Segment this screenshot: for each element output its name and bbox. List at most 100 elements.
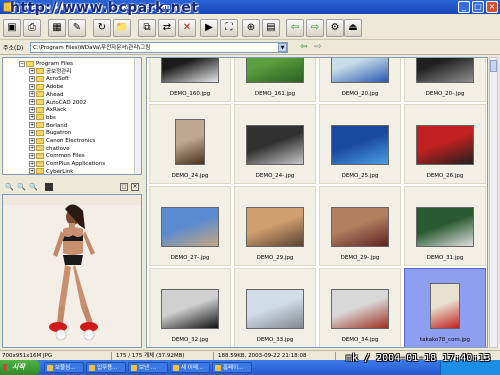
expand-icon[interactable]: + bbox=[29, 68, 35, 75]
tree-item-label: Ahead bbox=[46, 91, 64, 98]
chevron-down-icon[interactable]: ▼ bbox=[278, 43, 287, 52]
thumbnail-image bbox=[416, 58, 474, 83]
tree-scrollbar[interactable] bbox=[134, 58, 141, 174]
expand-icon[interactable]: + bbox=[29, 137, 35, 144]
print-button[interactable]: ⎙ bbox=[23, 19, 41, 37]
color-icon[interactable] bbox=[45, 183, 53, 191]
open-folder-button[interactable]: 📁 bbox=[113, 19, 131, 37]
zoom-in-icon[interactable]: 🔍 bbox=[5, 183, 14, 191]
zoom-out-icon[interactable]: 🔍 bbox=[17, 183, 26, 191]
taskbar-item[interactable]: 업무용... bbox=[86, 362, 126, 373]
fit-icon[interactable]: 🔍 bbox=[29, 183, 38, 191]
delete-button[interactable]: ✕ bbox=[178, 19, 196, 37]
maximize-button[interactable]: □ bbox=[472, 1, 484, 13]
thumbnail-image bbox=[246, 289, 304, 329]
thumbnail-item[interactable]: DEMO_27-.jpg bbox=[149, 186, 231, 266]
start-button[interactable]: 시작 bbox=[0, 360, 40, 375]
zoom-icon: ⊕ bbox=[246, 22, 256, 33]
thumbnail-item[interactable]: takako78_com.jpg bbox=[404, 268, 486, 347]
expand-icon[interactable]: + bbox=[29, 122, 35, 129]
expand-icon[interactable]: + bbox=[29, 75, 35, 82]
thumbnail-item[interactable]: DEMO_160.jpg bbox=[149, 58, 231, 102]
back-button[interactable]: ⇦ bbox=[286, 19, 304, 37]
move-icon: ⇄ bbox=[162, 22, 172, 33]
expand-icon[interactable]: + bbox=[29, 114, 35, 121]
thumbnail-caption: DEMO_161.jpg bbox=[254, 91, 296, 97]
expand-icon[interactable]: + bbox=[29, 160, 35, 167]
forward-icon: ⇨ bbox=[310, 22, 320, 33]
thumbnail-item[interactable]: DEMO_29-.jpg bbox=[319, 186, 401, 266]
thumbnail-item[interactable]: DEMO_20.jpg bbox=[319, 58, 401, 102]
folder-icon bbox=[36, 99, 44, 105]
folder-icon bbox=[36, 152, 44, 159]
thumbnail-item[interactable]: DEMO_25.jpg bbox=[319, 104, 401, 184]
thumbnail-item[interactable]: DEMO_20-.jpg bbox=[404, 58, 486, 102]
expand-icon[interactable]: + bbox=[29, 83, 35, 90]
delete-icon: ✕ bbox=[182, 22, 192, 33]
rotate-button[interactable]: ↻ bbox=[93, 19, 111, 37]
thumbnail-item[interactable]: DEMO_31.jpg bbox=[404, 186, 486, 266]
folder-tree[interactable]: − Program Files + 공보정관리 + AcroSoft + Adobe + Ahea… bbox=[2, 57, 142, 175]
tree-item-label: 공보정관리 bbox=[46, 68, 72, 75]
thumbnails-button[interactable]: ▦ bbox=[48, 19, 66, 37]
view-button[interactable]: ▤ bbox=[262, 19, 280, 37]
address-input[interactable]: C:\Program Files\WDaVa\무전자문서\관리\그림 bbox=[30, 42, 288, 53]
settings-button[interactable]: ⚙ bbox=[326, 19, 344, 37]
taskbar-item[interactable]: 홈페이... bbox=[212, 362, 252, 373]
vertical-scrollbar[interactable] bbox=[489, 57, 498, 348]
forward-button[interactable]: ⇨ bbox=[306, 19, 324, 37]
collapse-icon[interactable]: − bbox=[19, 60, 25, 67]
preview-toolbar: 🔍 🔍 🔍 □ × bbox=[2, 182, 142, 193]
fullscreen-button[interactable]: ⛶ bbox=[220, 19, 238, 37]
tree-item[interactable]: + CyberLink bbox=[29, 168, 74, 174]
settings-icon: ⚙ bbox=[330, 22, 340, 33]
thumbnail-grid[interactable]: DEMO_160.jpg DEMO_161.jpg DEMO_20.jpg DEMO_… bbox=[146, 57, 488, 348]
expand-icon[interactable]: + bbox=[29, 145, 35, 152]
status-dimensions: 700x951x16M JPG bbox=[0, 352, 112, 360]
thumbnail-image bbox=[416, 125, 474, 165]
folder-icon bbox=[36, 83, 44, 90]
tree-item-label: Adobe bbox=[46, 84, 64, 91]
tree-item-label: chatlove bbox=[46, 145, 70, 152]
thumbnail-image bbox=[175, 119, 205, 165]
restore-icon[interactable]: □ bbox=[120, 183, 128, 191]
thumbnail-item[interactable]: DEMO_33.jpg bbox=[234, 268, 316, 347]
close-icon[interactable]: × bbox=[131, 183, 139, 191]
thumbnail-image bbox=[246, 125, 304, 165]
go-icon[interactable]: ⇦ bbox=[300, 42, 308, 53]
thumbnail-item[interactable]: DEMO_32.jpg bbox=[149, 268, 231, 347]
exit-button[interactable]: ⏏ bbox=[344, 19, 362, 37]
zoom-button[interactable]: ⊕ bbox=[242, 19, 260, 37]
minimize-button[interactable]: _ bbox=[458, 1, 470, 13]
save-button[interactable]: ▣ bbox=[3, 19, 21, 37]
address-bar: 주소(D) C:\Program Files\WDaVa\무전자문서\관리\그림… bbox=[0, 40, 500, 55]
taskbar-item[interactable]: 보물섬... bbox=[44, 362, 84, 373]
expand-icon[interactable]: + bbox=[29, 168, 35, 174]
tree-item-label: AutoCAD 2002 bbox=[46, 99, 87, 106]
toolbar: ▣ ⎙ ▦ ✎ ↻ 📁 ⧉ ⇄ ✕ ▶ ⛶ ⊕ ▤ ⇦ ⇨ ⚙ ⏏ bbox=[0, 16, 500, 40]
expand-icon[interactable]: + bbox=[29, 129, 35, 136]
thumbnail-caption: DEMO_31.jpg bbox=[426, 255, 464, 261]
edit-button[interactable]: ✎ bbox=[68, 19, 86, 37]
move-button[interactable]: ⇄ bbox=[158, 19, 176, 37]
thumbnail-item[interactable]: DEMO_161.jpg bbox=[234, 58, 316, 102]
expand-icon[interactable]: + bbox=[29, 91, 35, 98]
thumbnail-item[interactable]: DEMO_29.jpg bbox=[234, 186, 316, 266]
taskbar-item[interactable]: 보낸 ... bbox=[128, 362, 168, 373]
thumbnail-item[interactable]: DEMO_24-.jpg bbox=[234, 104, 316, 184]
expand-icon[interactable]: + bbox=[29, 106, 35, 113]
thumbnail-item[interactable]: DEMO_26.jpg bbox=[404, 104, 486, 184]
thumbnail-item[interactable]: DEMO_34.jpg bbox=[319, 268, 401, 347]
expand-icon[interactable]: + bbox=[29, 99, 35, 105]
slideshow-button[interactable]: ▶ bbox=[200, 19, 218, 37]
close-button[interactable]: × bbox=[486, 1, 498, 13]
thumbnail-caption: DEMO_33.jpg bbox=[256, 337, 294, 343]
open-folder-icon: 📁 bbox=[115, 22, 129, 33]
thumbnail-image bbox=[331, 58, 389, 83]
copy-button[interactable]: ⧉ bbox=[138, 19, 156, 37]
expand-icon[interactable]: + bbox=[29, 152, 35, 159]
scroll-thumb[interactable] bbox=[490, 60, 497, 72]
taskbar-item[interactable]: 새 이메... bbox=[170, 362, 210, 373]
thumbnail-item[interactable]: DEMO_24.jpg bbox=[149, 104, 231, 184]
go-forward-icon[interactable]: ⇨ bbox=[314, 42, 322, 53]
